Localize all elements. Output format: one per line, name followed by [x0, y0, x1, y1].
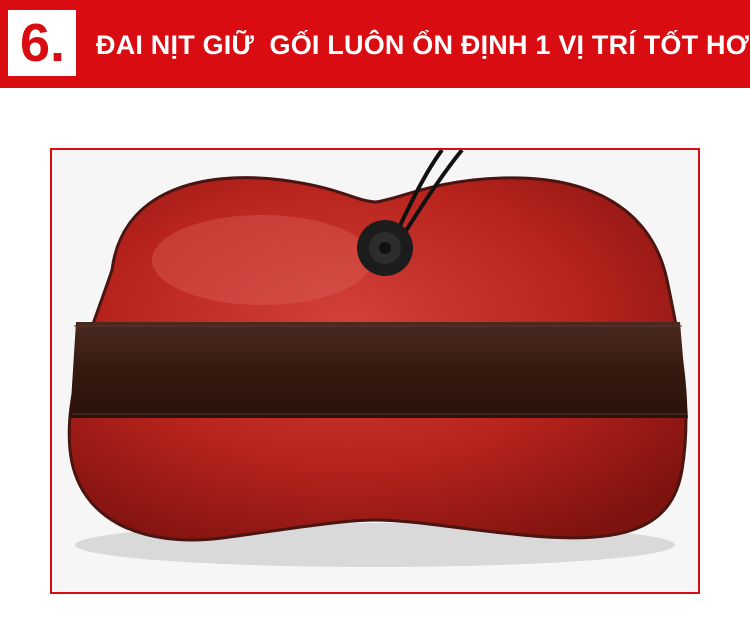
header-title: ĐAI NỊT GIỮ GỐI LUÔN ỔN ĐỊNH 1 VỊ TRÍ TỐ…: [96, 30, 750, 60]
step-number: 6.: [20, 13, 66, 73]
massage-pillow-with-strap-image: [67, 150, 688, 567]
product-photo-frame: [50, 148, 700, 594]
header-banner: 6. ĐAI NỊT GIỮ GỐI LUÔN ỔN ĐỊNH 1 VỊ TRÍ…: [0, 0, 750, 88]
step-number-badge: 6.: [8, 10, 76, 76]
elastic-strap: [70, 322, 688, 418]
